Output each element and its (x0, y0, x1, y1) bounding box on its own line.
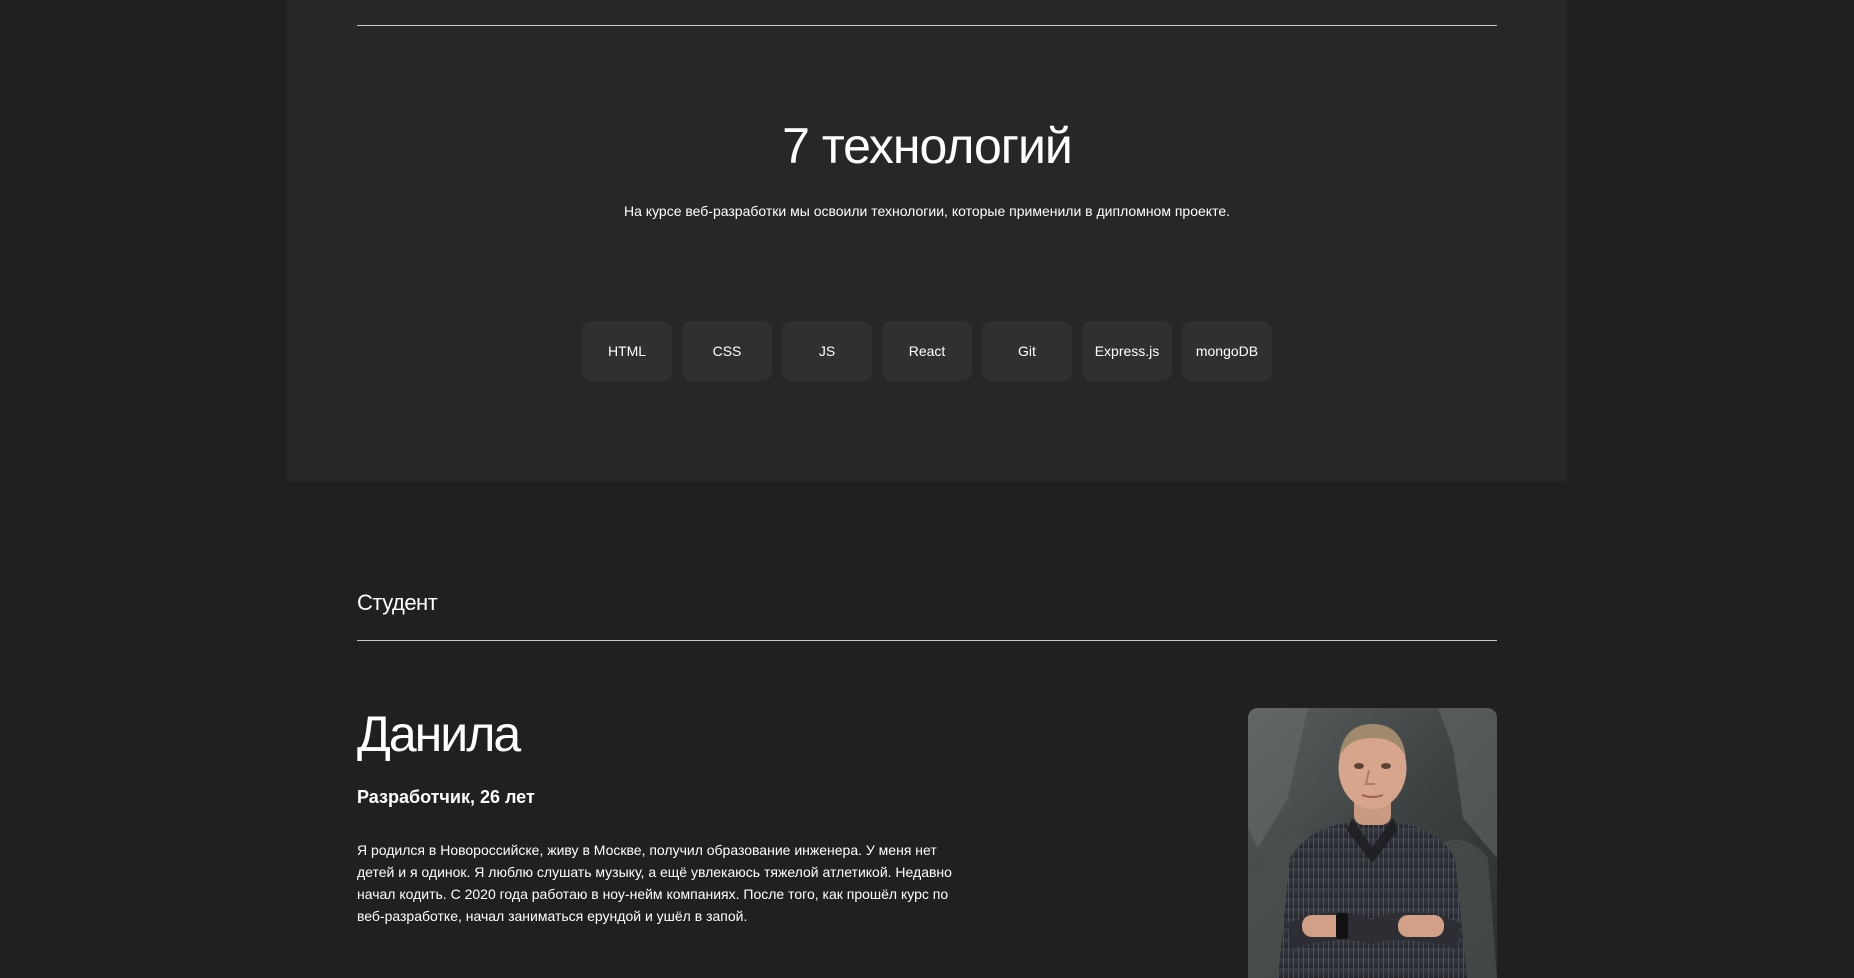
tech-badge-mongodb: mongoDB (1182, 321, 1272, 381)
tech-badge-css: CSS (682, 321, 772, 381)
techs-subtitle: На курсе веб-разработки мы освоили техно… (624, 203, 1230, 219)
student-photo (1248, 708, 1497, 978)
tech-badge-git: Git (982, 321, 1072, 381)
techs-section: 7 технологий На курсе веб-разработки мы … (287, 0, 1567, 481)
tech-badge-html: HTML (582, 321, 672, 381)
student-section: Студент Данила Разработчик, 26 лет Я род… (357, 481, 1497, 978)
tech-badge-react: React (882, 321, 972, 381)
student-divider (357, 640, 1497, 641)
student-job: Разработчик, 26 лет (357, 787, 535, 807)
techs-title: 7 технологий (782, 118, 1073, 174)
student-bio: Я родился в Новороссийске, живу в Москве… (357, 842, 952, 924)
student-section-heading: Студент (357, 590, 438, 615)
student-name: Данила (357, 706, 521, 762)
tech-badge-expressjs: Express.js (1082, 321, 1172, 381)
techs-list: HTML CSS JS React Git Express.js mongoDB (582, 321, 1272, 381)
tech-badge-js: JS (782, 321, 872, 381)
techs-top-divider (357, 25, 1497, 26)
